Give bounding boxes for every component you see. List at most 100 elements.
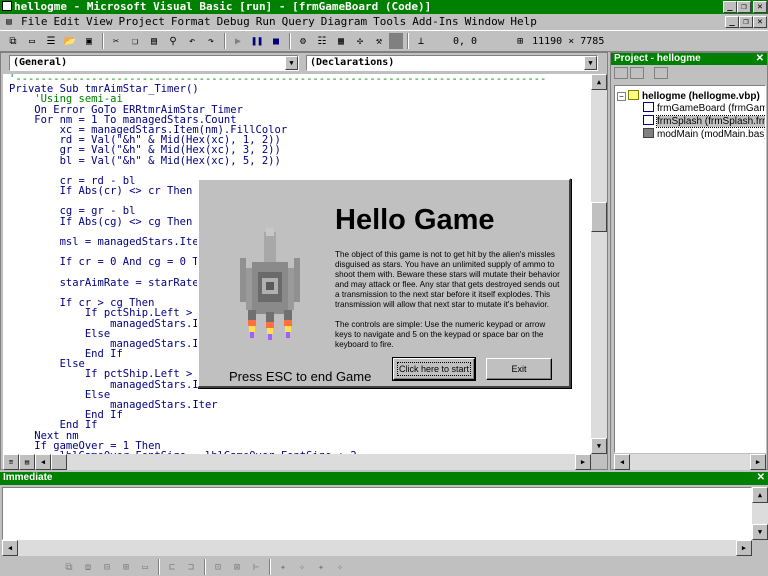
immediate-horizontal-scrollbar[interactable]: ◀ ▶ [2,540,752,556]
uncomment-block-icon[interactable]: ⊐ [182,559,200,575]
add-project-icon[interactable]: ⧉ [4,33,22,49]
code-vertical-scrollbar[interactable]: ▲ ▼ [591,74,607,454]
start-button[interactable]: Click here to start [392,357,476,381]
immediate-input[interactable] [2,487,752,540]
project-explorer-icon[interactable]: ⚙ [294,33,312,49]
paste-icon[interactable]: ▤ [145,33,163,49]
menu-editor-icon[interactable]: ☰ [42,33,60,49]
next-bookmark-icon[interactable]: ✧ [293,559,311,575]
find-icon[interactable]: ⚲ [164,33,182,49]
menu-view[interactable]: View [83,14,116,30]
form-layout-icon[interactable]: ▦ [332,33,350,49]
project-horizontal-scrollbar[interactable]: ◀ ▶ [614,454,766,470]
menu-run[interactable]: Run [253,14,279,30]
previous-bookmark-icon[interactable]: ✦ [312,559,330,575]
close-button[interactable]: ✕ [753,1,767,13]
scroll-down-button[interactable]: ▼ [591,438,607,454]
code-horizontal-scrollbar[interactable]: ≡ ▤ ◀ ▶ [3,454,591,470]
grid-icon[interactable]: ⊠ [228,559,246,575]
menu-query[interactable]: Query [279,14,318,30]
data-view-icon[interactable] [389,33,403,49]
mdi-close-button[interactable]: ✕ [753,16,767,28]
full-module-view-icon[interactable]: ≡ [3,454,19,470]
toggle-bookmark-icon[interactable]: ✦ [274,559,292,575]
align-icon[interactable]: ⊟ [98,559,116,575]
view-object-icon[interactable] [630,67,644,79]
make-same-size-icon[interactable]: ▭ [136,559,154,575]
menu-add-ins[interactable]: Add-Ins [409,14,461,30]
open-icon[interactable]: 📂 [61,33,79,49]
tree-item-label: hellogme (hellogme.vbp) [642,91,760,102]
send-to-back-icon[interactable]: ⧈ [79,559,97,575]
collapse-icon[interactable]: − [617,92,626,101]
add-form-icon[interactable]: ▭ [23,33,41,49]
instructions-paragraph: The object of this game is not to get hi… [335,250,560,309]
close-icon[interactable]: ✕ [757,472,765,484]
menu-debug[interactable]: Debug [214,14,253,30]
code-window-icon[interactable]: ▤ [2,14,16,30]
toolbar-separator [158,559,160,575]
properties-icon[interactable]: ☷ [313,33,331,49]
bring-to-front-icon[interactable]: ⧉ [60,559,78,575]
undo-icon[interactable]: ↶ [183,33,201,49]
center-icon[interactable]: ⊞ [117,559,135,575]
tree-item-project[interactable]: − hellogme (hellogme.vbp) [617,90,760,102]
scroll-up-button[interactable]: ▲ [752,487,768,503]
toggle-folders-icon[interactable] [654,67,668,79]
copy-icon[interactable]: ❏ [126,33,144,49]
save-icon[interactable]: ▣ [80,33,98,49]
toolbar-separator [269,559,271,575]
scroll-right-button[interactable]: ▶ [575,454,591,470]
code-line: gr = Val("&h" & Mid(Hex(xc), 3, 2)) [9,144,281,157]
menu-diagram[interactable]: Diagram [318,14,370,30]
view-code-icon[interactable] [614,67,628,79]
end-icon[interactable]: ■ [267,33,285,49]
chevron-down-icon[interactable]: ▼ [285,56,298,70]
tree-item-frmsplash[interactable]: frmSplash (frmSplash.frm) [643,115,765,128]
cut-icon[interactable]: ✂ [107,33,125,49]
scroll-thumb[interactable] [591,202,607,232]
position-readout: 0, 0 [453,35,478,47]
project-explorer: Project - hellogme ✕ − hellogme (hellogme… [610,52,768,470]
menu-help[interactable]: Help [507,14,540,30]
menu-tools[interactable]: Tools [370,14,409,30]
lock-controls-icon[interactable]: ⊡ [209,559,227,575]
redo-icon[interactable]: ↷ [202,33,220,49]
chevron-down-icon[interactable]: ▼ [584,56,597,70]
break-icon[interactable]: ❚❚ [248,33,266,49]
scroll-left-button[interactable]: ◀ [614,454,630,470]
mdi-minimize-button[interactable]: _ [725,16,739,28]
mdi-restore-button[interactable]: ❐ [739,16,753,28]
comment-block-icon[interactable]: ⊏ [163,559,181,575]
procedure-view-icon[interactable]: ▤ [19,454,35,470]
close-icon[interactable]: ✕ [756,53,764,65]
bookmark-icon[interactable]: ⊢ [247,559,265,575]
menu-edit[interactable]: Edit [51,14,84,30]
menu-format[interactable]: Format [168,14,214,30]
menu-window[interactable]: Window [462,14,508,30]
scroll-up-button[interactable]: ▲ [591,74,607,90]
size-icon: ⊞ [517,35,524,47]
clear-bookmarks-icon[interactable]: ✧ [331,559,349,575]
tree-item-modmain[interactable]: modMain (modMain.bas) [643,128,765,140]
start-icon[interactable]: ▶ [229,33,247,49]
maximize-button[interactable]: ❐ [737,1,751,13]
scroll-left-button[interactable]: ◀ [35,454,51,470]
object-combo[interactable]: (General) ▼ [9,55,299,71]
exit-button[interactable]: Exit [486,358,552,380]
project-explorer-toolbar [611,65,767,81]
scroll-down-button[interactable]: ▼ [752,524,768,540]
toolbar-separator [224,33,226,49]
tree-item-frmgameboard[interactable]: frmGameBoard (frmGameBoard.frm) [643,102,765,114]
scroll-left-button[interactable]: ◀ [2,540,18,556]
scroll-right-button[interactable]: ▶ [736,540,752,556]
scroll-right-button[interactable]: ▶ [750,454,766,470]
object-browser-icon[interactable]: ✣ [351,33,369,49]
menu-file[interactable]: File [18,14,51,30]
toolbox-icon[interactable]: ⚒ [370,33,388,49]
menu-project[interactable]: Project [116,14,168,30]
procedure-combo[interactable]: (Declarations) ▼ [306,55,598,71]
immediate-vertical-scrollbar[interactable]: ▲ ▼ [752,487,768,540]
minimize-button[interactable]: _ [723,1,737,13]
scroll-thumb[interactable] [51,454,67,470]
